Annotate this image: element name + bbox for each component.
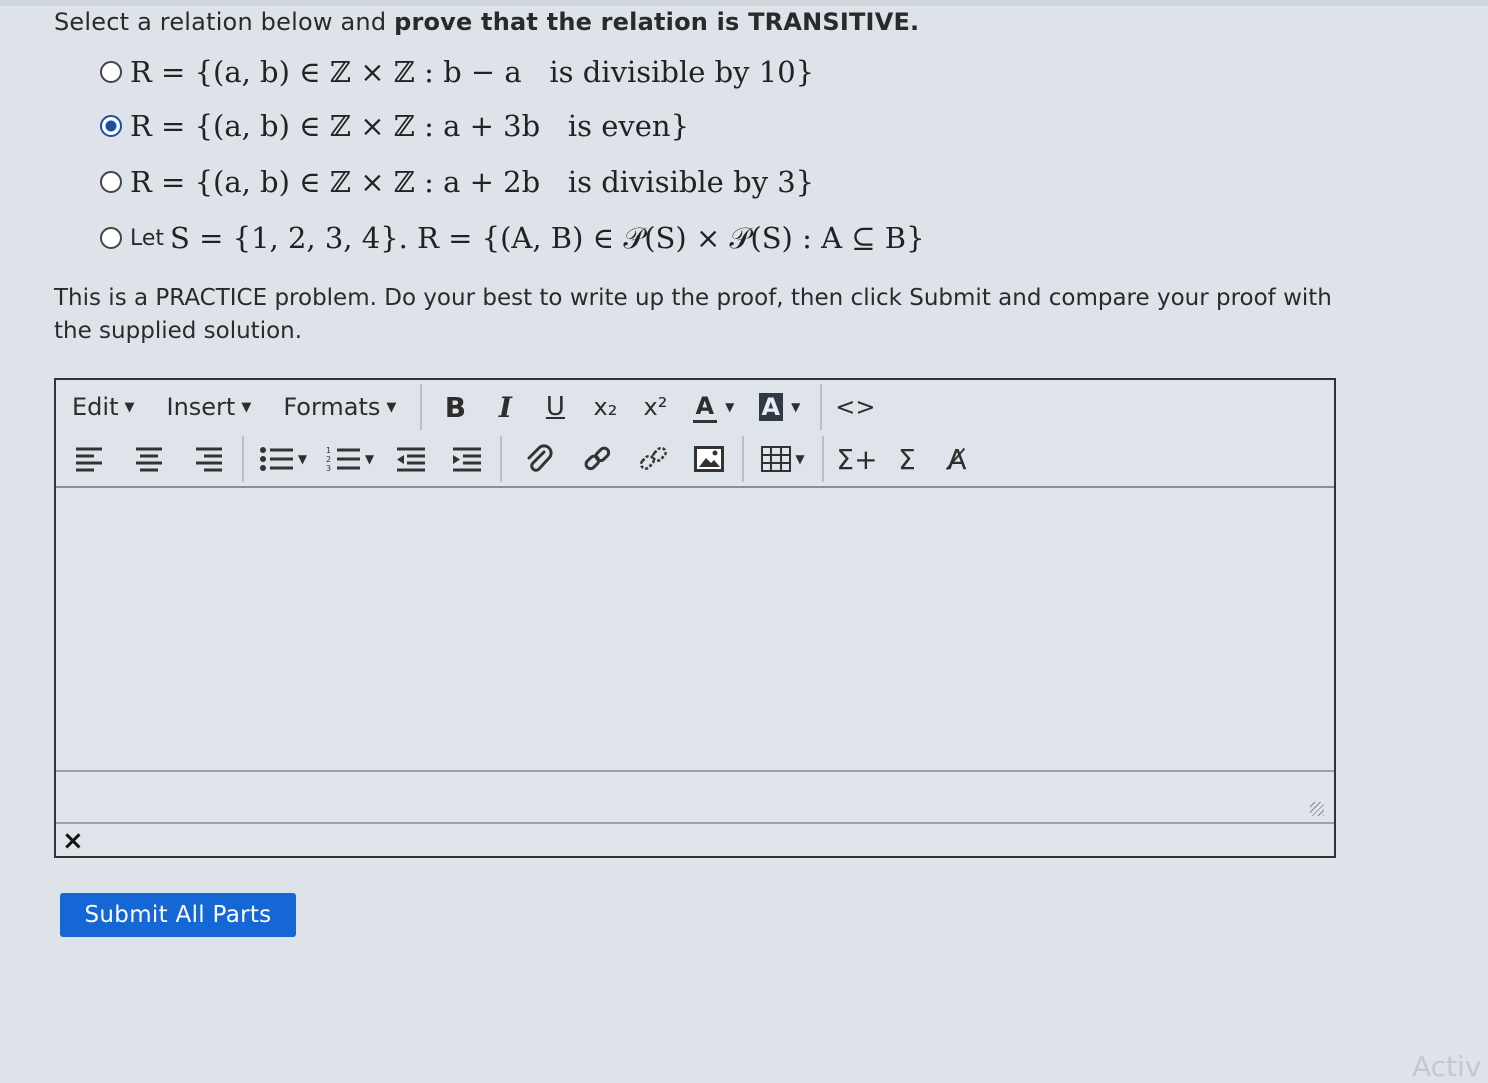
table-icon[interactable]: ▼ — [752, 439, 814, 479]
unlink-icon[interactable] — [628, 439, 678, 479]
option-2-label: R = {(a, b) ∈ ℤ × ℤ : a + 3b is even} — [130, 109, 690, 143]
radio-option-4[interactable] — [100, 227, 122, 249]
option-3-label: R = {(a, b) ∈ ℤ × ℤ : a + 2b is divisibl… — [130, 165, 815, 199]
align-right-icon[interactable] — [184, 439, 234, 479]
toolbar-separator — [242, 436, 244, 482]
indent-icon[interactable] — [442, 439, 492, 479]
option-1[interactable]: R = {(a, b) ∈ ℤ × ℤ : b − a is divisible… — [100, 50, 814, 94]
radio-option-2-selected[interactable] — [100, 115, 122, 137]
subscript-button[interactable]: x₂ — [580, 387, 630, 427]
top-border — [0, 0, 1488, 6]
bold-button[interactable]: B — [430, 387, 480, 427]
sum-button[interactable]: Σ — [882, 439, 932, 479]
activate-watermark: Activ — [1412, 1050, 1482, 1083]
question-prompt: Select a relation below and prove that t… — [54, 8, 919, 36]
align-center-icon[interactable] — [124, 439, 174, 479]
formats-menu[interactable]: Formats ▼ — [267, 387, 412, 427]
bullet-list-icon[interactable]: ▼ — [252, 439, 314, 479]
option-2[interactable]: R = {(a, b) ∈ ℤ × ℤ : a + 3b is even} — [100, 104, 689, 148]
svg-text:1: 1 — [326, 446, 331, 455]
numbered-list-icon[interactable]: 1 2 3 ▼ — [314, 439, 386, 479]
radio-option-1[interactable] — [100, 61, 122, 83]
toolbar-separator — [500, 436, 502, 482]
toolbar-row-1: Edit ▼ Insert ▼ Formats ▼ B I U x₂ x² A ▼ A ▼… — [56, 382, 880, 432]
source-code-button[interactable]: <> — [830, 387, 880, 427]
toolbar-separator — [420, 384, 423, 430]
toolbar-separator — [822, 436, 824, 482]
option-4-prefix: Let — [130, 225, 165, 251]
toolbar-separator — [820, 384, 823, 430]
option-3[interactable]: R = {(a, b) ∈ ℤ × ℤ : a + 2b is divisibl… — [100, 160, 814, 204]
submit-all-parts-button[interactable]: Submit All Parts — [60, 893, 296, 937]
image-icon[interactable] — [684, 439, 734, 479]
equation-editor-button[interactable]: Σ+ — [832, 439, 882, 479]
svg-text:2: 2 — [326, 455, 331, 464]
editor-statusbar — [56, 772, 1334, 824]
option-4-label: S = {1, 2, 3, 4}. R = {(A, B) ∈ 𝒫(S) × 𝒫… — [170, 220, 925, 255]
align-left-icon[interactable] — [64, 439, 114, 479]
prompt-text: Select a relation below and — [54, 8, 395, 36]
toolbar-separator — [742, 436, 744, 482]
editor-content-area[interactable] — [56, 488, 1334, 772]
rich-text-editor: Edit ▼ Insert ▼ Formats ▼ B I U x₂ x² A ▼ A ▼… — [54, 378, 1336, 858]
editor-toolbar: Edit ▼ Insert ▼ Formats ▼ B I U x₂ x² A ▼ A ▼… — [56, 380, 1334, 488]
radio-option-3[interactable] — [100, 171, 122, 193]
option-4[interactable]: Let S = {1, 2, 3, 4}. R = {(A, B) ∈ 𝒫(S)… — [100, 216, 925, 260]
background-color-icon: A — [758, 393, 784, 421]
strikethrough-button[interactable]: A̸ — [932, 439, 982, 479]
link-icon[interactable] — [572, 439, 622, 479]
svg-text:3: 3 — [326, 464, 331, 472]
edit-menu[interactable]: Edit ▼ — [56, 387, 150, 427]
attachment-icon[interactable] — [514, 439, 564, 479]
underline-button[interactable]: U — [530, 387, 580, 427]
close-icon[interactable]: × — [62, 826, 84, 856]
superscript-button[interactable]: x² — [630, 387, 680, 427]
toolbar-row-2: ▼ 1 2 3 ▼ ▼ Σ+ Σ A̸ — [56, 434, 982, 484]
prompt-bold-text: prove that the relation is TRANSITIVE. — [394, 8, 920, 36]
insert-menu[interactable]: Insert ▼ — [150, 387, 267, 427]
background-color-picker[interactable]: A ▼ — [746, 387, 812, 427]
resize-grip-icon[interactable] — [1310, 802, 1324, 816]
font-color-icon: A — [692, 392, 718, 423]
instructions-text: This is a PRACTICE problem. Do your best… — [54, 285, 1332, 344]
italic-button[interactable]: I — [480, 387, 530, 427]
option-1-label: R = {(a, b) ∈ ℤ × ℤ : b − a is divisible… — [130, 55, 815, 89]
font-color-picker[interactable]: A ▼ — [680, 387, 746, 427]
outdent-icon[interactable] — [386, 439, 436, 479]
